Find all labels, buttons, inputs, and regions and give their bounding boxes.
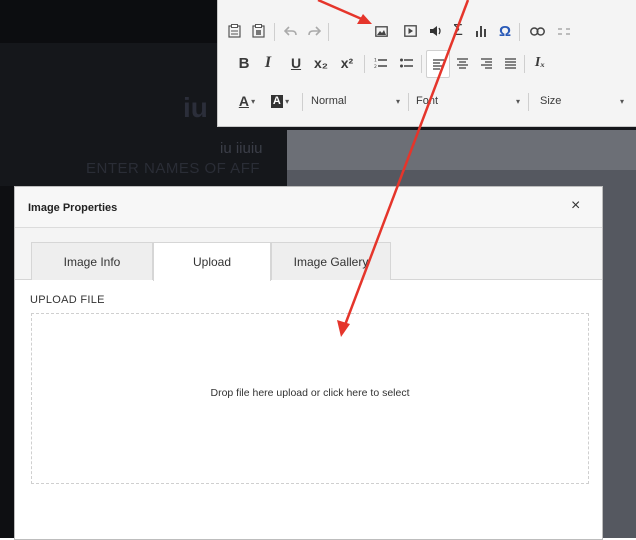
paste-icon[interactable] bbox=[248, 18, 268, 44]
toolbar-separator bbox=[302, 93, 303, 111]
remove-format-button[interactable]: Iₓ bbox=[530, 50, 550, 76]
link-icon[interactable] bbox=[526, 18, 548, 44]
background-color-label: A bbox=[270, 94, 283, 108]
toolbar-row-2: B I U x₂ x² 12 Iₓ bbox=[218, 50, 636, 80]
superscript-button[interactable]: x² bbox=[336, 50, 358, 76]
align-left-icon[interactable] bbox=[426, 50, 450, 78]
dropzone-text: Drop file here upload or click here to s… bbox=[210, 387, 410, 399]
italic-button[interactable]: I bbox=[258, 50, 278, 76]
svg-text:1: 1 bbox=[374, 58, 377, 64]
toolbar-separator bbox=[328, 23, 329, 41]
tab-image-info[interactable]: Image Info bbox=[31, 242, 153, 280]
toolbar-separator bbox=[408, 93, 409, 111]
text-color-button[interactable]: A ▾ bbox=[234, 88, 260, 114]
font-select[interactable]: Font ▾ bbox=[416, 88, 526, 114]
caret-down-icon: ▾ bbox=[619, 96, 624, 106]
image-properties-dialog: Image Properties × Image Info Upload Ima… bbox=[14, 186, 603, 540]
media-icon[interactable] bbox=[400, 18, 420, 44]
editor-content-band bbox=[287, 130, 636, 170]
background-title: iu bbox=[183, 92, 208, 123]
dialog-title: Image Properties bbox=[28, 202, 118, 214]
upload-file-label: UPLOAD FILE bbox=[30, 294, 105, 306]
editor-toolbar: Σ Ω B I U x₂ x² 12 Iₓ A ▾ A ▾ Normal ▾ F… bbox=[217, 0, 636, 127]
background-subtitle: iu iiuiu bbox=[220, 140, 263, 157]
caret-down-icon: ▾ bbox=[515, 96, 520, 106]
align-center-icon[interactable] bbox=[452, 50, 472, 76]
text-color-label: A bbox=[238, 93, 249, 109]
dialog-header: Image Properties × bbox=[15, 187, 602, 228]
chart-icon[interactable] bbox=[471, 18, 491, 44]
toolbar-separator bbox=[274, 23, 275, 41]
tab-upload[interactable]: Upload bbox=[153, 242, 271, 281]
background-names-placeholder: ENTER NAMES OF AFF bbox=[86, 160, 261, 177]
align-right-icon[interactable] bbox=[476, 50, 496, 76]
omega-icon[interactable]: Ω bbox=[495, 18, 515, 44]
caret-down-icon: ▾ bbox=[248, 96, 256, 106]
caret-down-icon: ▾ bbox=[282, 96, 290, 106]
numbered-list-icon[interactable]: 12 bbox=[370, 50, 390, 76]
caret-down-icon: ▾ bbox=[395, 96, 400, 106]
template-icon[interactable] bbox=[224, 18, 244, 44]
undo-icon[interactable] bbox=[280, 18, 300, 44]
toolbar-row-3: A ▾ A ▾ Normal ▾ Font ▾ Size ▾ bbox=[218, 88, 636, 118]
redo-icon[interactable] bbox=[304, 18, 324, 44]
toolbar-separator bbox=[421, 55, 422, 73]
size-select[interactable]: Size ▾ bbox=[540, 88, 630, 114]
image-icon[interactable] bbox=[371, 18, 391, 44]
toolbar-separator bbox=[528, 93, 529, 111]
justify-icon[interactable] bbox=[500, 50, 520, 76]
subscript-button[interactable]: x₂ bbox=[310, 50, 332, 76]
unlink-icon[interactable] bbox=[554, 18, 574, 44]
audio-icon[interactable] bbox=[426, 18, 446, 44]
format-select-value: Normal bbox=[311, 95, 347, 107]
sigma-icon[interactable]: Σ bbox=[448, 18, 468, 44]
editor-left-strip bbox=[0, 186, 14, 538]
font-select-value: Font bbox=[416, 95, 439, 107]
toolbar-separator bbox=[364, 55, 365, 73]
size-select-value: Size bbox=[540, 95, 562, 107]
toolbar-row-1: Σ Ω bbox=[218, 18, 636, 48]
svg-text:2: 2 bbox=[374, 64, 377, 69]
toolbar-separator bbox=[524, 55, 525, 73]
toolbar-separator bbox=[519, 23, 520, 41]
background-color-button[interactable]: A ▾ bbox=[266, 88, 294, 114]
bold-button[interactable]: B bbox=[234, 50, 254, 76]
bulleted-list-icon[interactable] bbox=[396, 50, 416, 76]
tab-image-gallery[interactable]: Image Gallery bbox=[271, 242, 391, 280]
format-select[interactable]: Normal ▾ bbox=[311, 88, 406, 114]
upload-dropzone[interactable]: Drop file here upload or click here to s… bbox=[31, 313, 589, 484]
underline-button[interactable]: U bbox=[286, 50, 306, 76]
close-icon[interactable]: × bbox=[571, 197, 580, 215]
